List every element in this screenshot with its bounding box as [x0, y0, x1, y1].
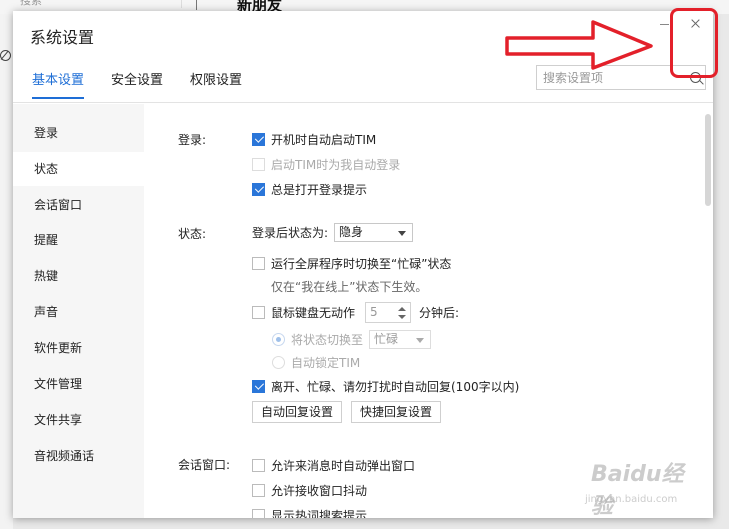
auto-reply-checkbox[interactable]	[252, 379, 265, 393]
switch-status-label: 将状态切换至	[291, 332, 364, 347]
sidebar-item-file-management[interactable]: 文件管理	[13, 367, 144, 401]
after-login-status-row: 登录后状态为: 隐身	[252, 222, 414, 242]
auto-reply-settings-button[interactable]: 自动回复设置	[252, 401, 343, 423]
after-login-status-label: 登录后状态为:	[252, 225, 329, 240]
auto-lock-label: 自动锁定TIM	[291, 355, 361, 370]
quick-reply-settings-button[interactable]: 快捷回复设置	[351, 401, 442, 423]
switch-status-radio[interactable]	[272, 332, 285, 346]
idle-checkbox[interactable]	[252, 305, 265, 319]
idle-minutes-value: 5	[370, 304, 378, 319]
fullscreen-busy-label: 运行全屏程序时切换至“忙碌”状态	[271, 256, 452, 271]
watermark-brand: Baidu经验	[591, 462, 684, 519]
tab-basic-settings[interactable]: 基本设置	[32, 71, 85, 99]
tab-security-settings[interactable]: 安全设置	[111, 71, 163, 99]
show-login-tip-label: 总是打开登录提示	[271, 182, 368, 197]
tab-permission-settings[interactable]: 权限设置	[190, 71, 242, 99]
sidebar-item-file-sharing[interactable]: 文件共享	[13, 403, 144, 437]
hot-words-checkbox[interactable]	[252, 508, 265, 518]
window-shake-checkbox[interactable]	[252, 483, 265, 497]
auto-login-label: 启动TIM时为我自动登录	[271, 157, 401, 172]
show-login-tip-option[interactable]: 总是打开登录提示	[252, 180, 367, 198]
after-login-status-select[interactable]: 隐身	[334, 222, 414, 242]
popup-window-option[interactable]: 允许来消息时自动弹出窗口	[252, 456, 415, 474]
sidebar-item-reminder[interactable]: 提醒	[13, 223, 144, 257]
stepper-down-icon[interactable]	[398, 314, 407, 319]
fullscreen-busy-checkbox[interactable]	[252, 256, 265, 270]
hot-words-label: 显示热词搜索提示	[271, 508, 368, 519]
idle-option: 鼠标键盘无动作 5 分钟后:	[252, 301, 460, 323]
auto-lock-option: 自动锁定TIM	[272, 353, 360, 371]
switch-status-option: 将状态切换至 忙碌	[272, 329, 432, 349]
auto-reply-option[interactable]: 离开、忙碌、请勿打扰时自动回复(100字以内)	[252, 377, 519, 395]
section-label-status: 状态:	[178, 227, 207, 241]
background-plus-icon[interactable]	[196, 0, 197, 10]
sidebar-item-hotkeys[interactable]: 热键	[13, 259, 144, 293]
show-login-tip-checkbox[interactable]	[252, 182, 265, 196]
window-shake-option[interactable]: 允许接收窗口抖动	[252, 481, 367, 499]
auto-start-option[interactable]: 开机时自动启动TIM	[252, 130, 376, 148]
settings-sidebar: 登录 状态 会话窗口 提醒 热键 声音 软件更新 文件管理 文件共享 音视频通话	[13, 104, 144, 518]
annotation-arrow-icon	[505, 20, 653, 70]
sidebar-item-av-call[interactable]: 音视频通话	[13, 439, 144, 473]
window-shake-label: 允许接收窗口抖动	[271, 483, 368, 498]
sidebar-item-sound[interactable]: 声音	[13, 295, 144, 329]
dialog-title: 系统设置	[30, 28, 95, 47]
background-left-strip	[0, 14, 13, 529]
background-search-field[interactable]: 搜索	[0, 0, 182, 8]
popup-window-label: 允许来消息时自动弹出窗口	[271, 458, 416, 473]
auto-start-label: 开机时自动启动TIM	[271, 132, 377, 147]
switch-status-value: 忙碌	[374, 331, 399, 346]
after-login-status-value: 隐身	[339, 224, 364, 239]
section-label-chat-window: 会话窗口:	[178, 458, 231, 472]
idle-suffix-label: 分钟后:	[419, 305, 460, 320]
dropdown-arrow-icon	[398, 230, 407, 236]
sidebar-item-chat-window[interactable]: 会话窗口	[13, 188, 144, 222]
baidu-watermark: Baidu经验 jingyan.baidu.com	[585, 456, 705, 519]
switch-status-select[interactable]: 忙碌	[369, 329, 432, 349]
sidebar-item-software-update[interactable]: 软件更新	[13, 331, 144, 365]
auto-reply-label: 离开、忙碌、请勿打扰时自动回复(100字以内)	[271, 379, 520, 394]
auto-login-option: 启动TIM时为我自动登录	[252, 155, 400, 173]
auto-start-checkbox[interactable]	[252, 132, 265, 146]
fullscreen-busy-hint: 仅在“我在线上”状态下生效。	[271, 280, 428, 294]
hot-words-option[interactable]: 显示热词搜索提示	[252, 506, 367, 518]
dropdown-arrow-icon	[416, 337, 425, 343]
idle-label: 鼠标键盘无动作	[271, 305, 356, 320]
scrollbar-thumb[interactable]	[705, 114, 711, 206]
popup-window-checkbox[interactable]	[252, 458, 265, 472]
compass-icon[interactable]	[0, 50, 11, 61]
sidebar-item-status[interactable]: 状态	[13, 152, 144, 186]
settings-dialog: 系统设置 基本设置 安全设置 权限设置 登录 状态 会话窗口 提醒 热键 声音 …	[13, 11, 713, 518]
sidebar-item-login[interactable]: 登录	[13, 116, 144, 150]
auto-login-checkbox	[252, 157, 265, 171]
auto-lock-radio[interactable]	[272, 355, 285, 369]
annotation-highlight-box	[670, 8, 718, 78]
idle-minutes-stepper[interactable]: 5	[365, 301, 412, 323]
fullscreen-busy-option[interactable]: 运行全屏程序时切换至“忙碌”状态	[252, 254, 451, 272]
section-label-login: 登录:	[178, 133, 207, 147]
watermark-url: jingyan.baidu.com	[585, 494, 678, 505]
stepper-up-icon[interactable]	[398, 306, 407, 311]
